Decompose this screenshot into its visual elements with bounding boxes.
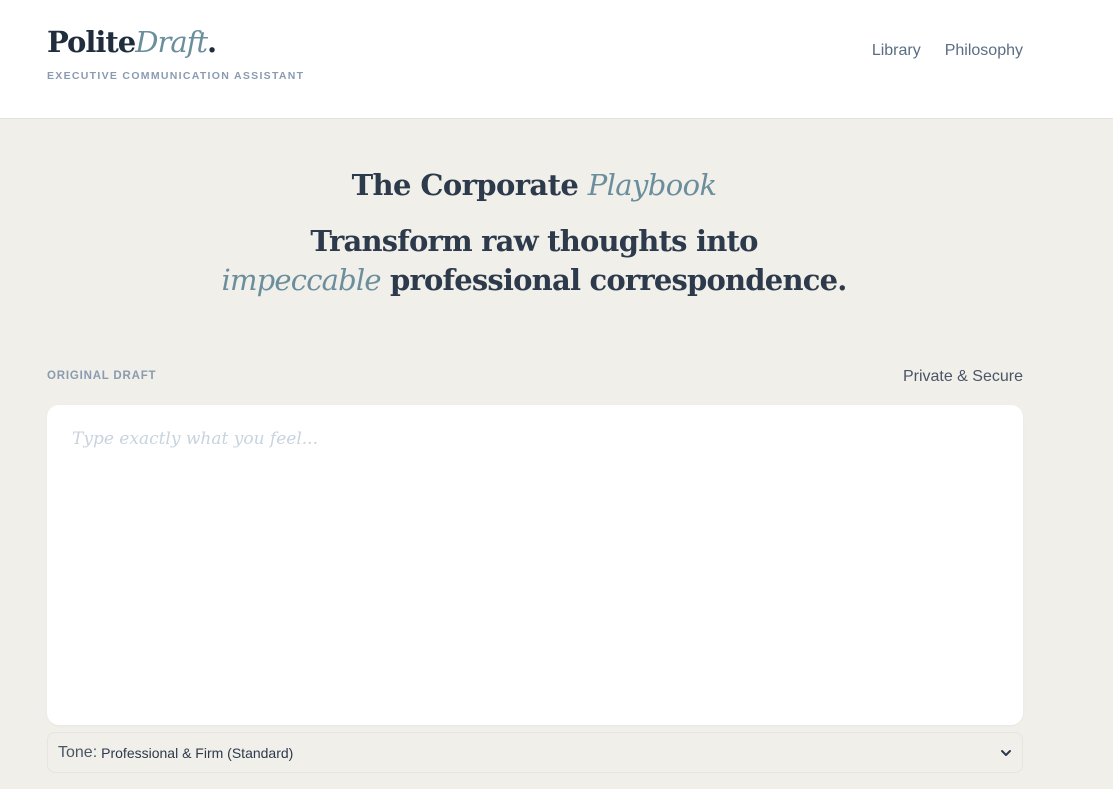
brand-tagline: EXECUTIVE COMMUNICATION ASSISTANT: [47, 70, 305, 82]
hero-subtitle-accent: impeccable: [221, 263, 381, 297]
tone-label: Tone:: [58, 743, 98, 761]
page-title-accent: Playbook: [587, 168, 717, 202]
main-nav: Library Philosophy: [872, 42, 1023, 60]
nav-link-philosophy[interactable]: Philosophy: [945, 42, 1023, 60]
brand-name-accent: Draft: [135, 25, 208, 59]
brand-logo[interactable]: PoliteDraft.: [47, 22, 304, 62]
hero-subtitle-rest: professional correspondence.: [380, 263, 847, 297]
top-bar: PoliteDraft. EXECUTIVE COMMUNICATION ASS…: [0, 0, 1113, 119]
hero-subtitle-line2: impeccable professional correspondence.: [0, 261, 1068, 300]
draft-input[interactable]: [47, 405, 1023, 725]
draft-label: ORIGINAL DRAFT: [47, 370, 157, 382]
tone-selector[interactable]: Tone: Professional & Firm (Standard): [47, 732, 1023, 773]
nav-link-library[interactable]: Library: [872, 42, 921, 60]
chevron-down-icon[interactable]: [1000, 747, 1012, 759]
privacy-note: Private & Secure: [902, 368, 1023, 385]
brand-name-main: Polite: [47, 25, 136, 59]
hero-subtitle-line1: Transform raw thoughts into: [310, 224, 758, 258]
page-title-main: The Corporate: [351, 168, 588, 202]
page-title: The Corporate Playbook: [0, 168, 1068, 202]
tone-select[interactable]: Professional & Firm (Standard): [101, 733, 992, 772]
brand-name-dot: .: [207, 25, 217, 59]
hero-subtitle: Transform raw thoughts into impeccable p…: [0, 222, 1068, 300]
brand[interactable]: PoliteDraft. EXECUTIVE COMMUNICATION ASS…: [47, 22, 304, 82]
